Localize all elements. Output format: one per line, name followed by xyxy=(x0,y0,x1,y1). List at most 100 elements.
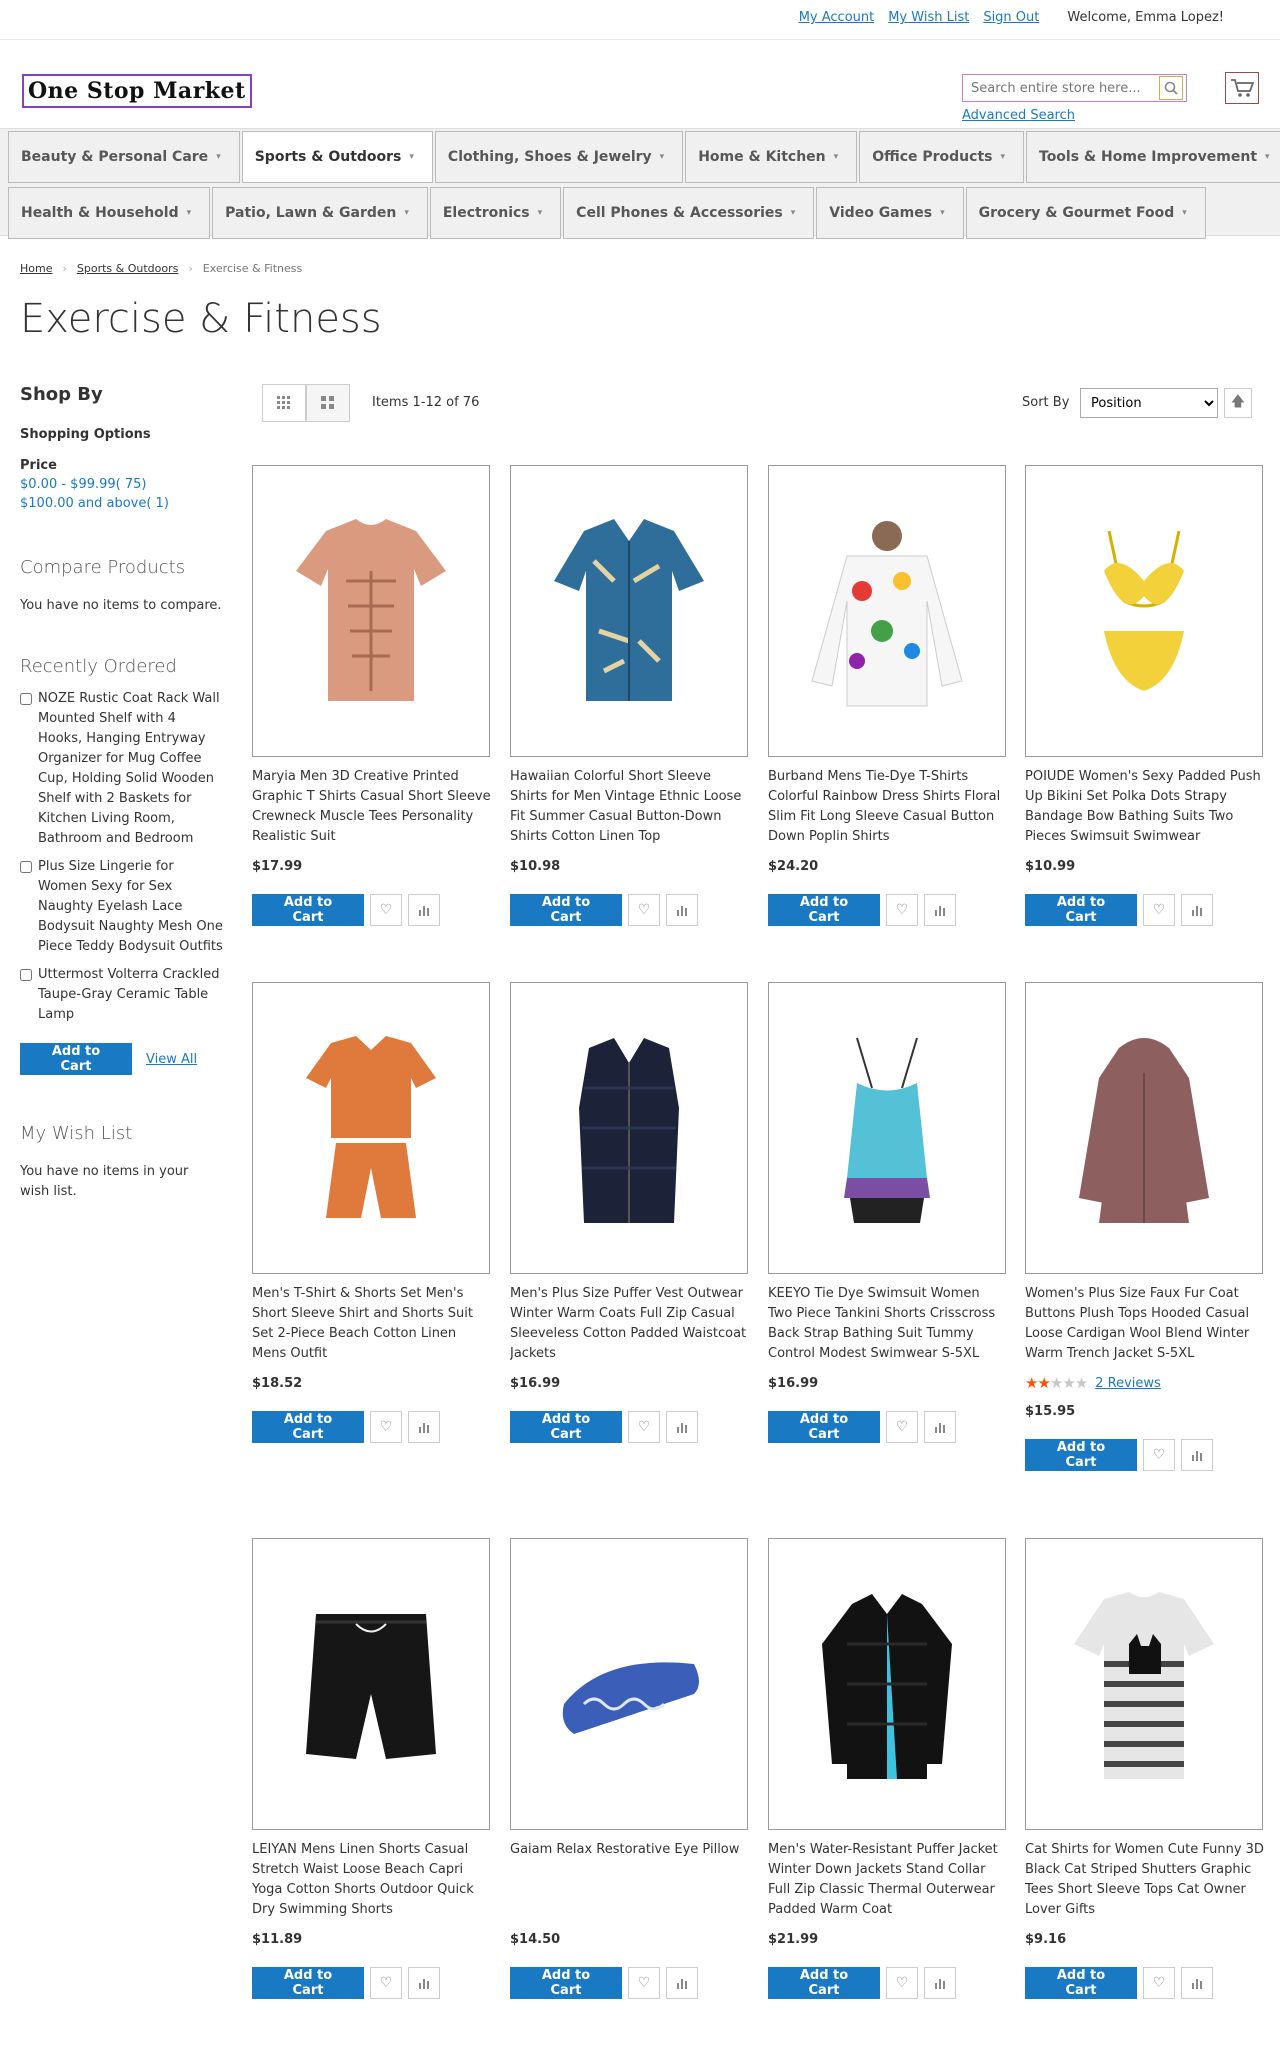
product-name[interactable]: Women's Plus Size Faux Fur Coat Buttons … xyxy=(1025,1284,1265,1364)
recent-order-checkbox[interactable] xyxy=(20,693,32,705)
reviews-link[interactable]: 2 Reviews xyxy=(1095,1376,1161,1391)
product-image[interactable] xyxy=(1025,465,1263,757)
compare-chart-icon[interactable] xyxy=(1181,1439,1213,1471)
add-to-cart-button[interactable]: Add to Cart xyxy=(252,894,364,926)
sort-by-select[interactable]: Position xyxy=(1080,388,1218,418)
my-account-link[interactable]: My Account xyxy=(799,10,875,25)
product-image[interactable] xyxy=(510,1538,748,1830)
product-image[interactable] xyxy=(768,465,1006,757)
compare-chart-icon[interactable] xyxy=(408,1967,440,1999)
price-filter-list: $0.00 - $99.99( 75) $100.00 and above( 1… xyxy=(20,477,225,511)
sort-direction-arrow-icon[interactable]: 🡅 xyxy=(1224,388,1252,418)
product-name[interactable]: Cat Shirts for Women Cute Funny 3D Black… xyxy=(1025,1840,1265,1920)
view-all-link[interactable]: View All xyxy=(146,1052,197,1067)
product-name[interactable]: KEEYO Tie Dye Swimsuit Women Two Piece T… xyxy=(768,1284,1008,1364)
recent-add-to-cart-button[interactable]: Add to Cart xyxy=(20,1043,132,1075)
product-name[interactable]: Hawaiian Colorful Short Sleeve Shirts fo… xyxy=(510,767,750,847)
nav-item[interactable]: Health & Household ▾ xyxy=(8,187,211,239)
product-image[interactable] xyxy=(252,982,490,1274)
wishlist-heart-icon[interactable]: ♡ xyxy=(886,1967,918,1999)
add-to-cart-button[interactable]: Add to Cart xyxy=(252,1967,364,1999)
product-name[interactable]: POIUDE Women's Sexy Padded Push Up Bikin… xyxy=(1025,767,1265,847)
product-image[interactable] xyxy=(1025,1538,1263,1830)
compare-chart-icon[interactable] xyxy=(1181,894,1213,926)
search-icon[interactable] xyxy=(1159,76,1183,100)
product-name[interactable]: LEIYAN Mens Linen Shorts Casual Stretch … xyxy=(252,1840,492,1920)
recent-order-checkbox[interactable] xyxy=(20,969,32,981)
add-to-cart-button[interactable]: Add to Cart xyxy=(768,1411,880,1443)
compare-chart-icon[interactable] xyxy=(1181,1967,1213,1999)
compare-chart-icon[interactable] xyxy=(666,894,698,926)
compare-chart-icon[interactable] xyxy=(666,1967,698,1999)
add-to-cart-button[interactable]: Add to Cart xyxy=(768,1967,880,1999)
nav-item[interactable]: Grocery & Gourmet Food ▾ xyxy=(965,187,1206,239)
store-logo[interactable]: One Stop Market xyxy=(22,74,252,108)
recent-order-checkbox[interactable] xyxy=(20,861,32,873)
compare-chart-icon[interactable] xyxy=(408,1411,440,1443)
wishlist-heart-icon[interactable]: ♡ xyxy=(1143,1439,1175,1471)
breadcrumb-home[interactable]: Home xyxy=(20,262,52,275)
wishlist-heart-icon[interactable]: ♡ xyxy=(886,894,918,926)
nav-item[interactable]: Office Products ▾ xyxy=(859,131,1024,183)
product-name[interactable]: Maryia Men 3D Creative Printed Graphic T… xyxy=(252,767,492,847)
wishlist-heart-icon[interactable]: ♡ xyxy=(1143,894,1175,926)
wishlist-heart-icon[interactable]: ♡ xyxy=(628,894,660,926)
recent-order-name[interactable]: Plus Size Lingerie for Women Sexy for Se… xyxy=(38,857,223,957)
wishlist-heart-icon[interactable]: ♡ xyxy=(886,1411,918,1443)
product-image[interactable] xyxy=(768,982,1006,1274)
add-to-cart-button[interactable]: Add to Cart xyxy=(510,1967,622,1999)
wishlist-heart-icon[interactable]: ♡ xyxy=(370,1967,402,1999)
product-name[interactable]: Men's Plus Size Puffer Vest Outwear Wint… xyxy=(510,1284,750,1364)
nav-item[interactable]: Beauty & Personal Care ▾ xyxy=(8,131,240,183)
wishlist-heart-icon[interactable]: ♡ xyxy=(1143,1967,1175,1999)
sign-out-link[interactable]: Sign Out xyxy=(983,10,1039,25)
wishlist-heart-icon[interactable]: ♡ xyxy=(370,1411,402,1443)
product-image[interactable] xyxy=(510,465,748,757)
add-to-cart-button[interactable]: Add to Cart xyxy=(510,1411,622,1443)
add-to-cart-button[interactable]: Add to Cart xyxy=(1025,1439,1137,1471)
wishlist-heart-icon[interactable]: ♡ xyxy=(370,894,402,926)
product-image[interactable] xyxy=(768,1538,1006,1830)
add-to-cart-button[interactable]: Add to Cart xyxy=(1025,1967,1137,1999)
add-to-cart-button[interactable]: Add to Cart xyxy=(252,1411,364,1443)
recent-order-name[interactable]: Uttermost Volterra Crackled Taupe-Gray C… xyxy=(38,965,223,1025)
nav-item[interactable]: Sports & Outdoors ▾ xyxy=(241,131,433,183)
product-image[interactable] xyxy=(252,465,490,757)
nav-item[interactable]: Home & Kitchen ▾ xyxy=(685,131,858,183)
nav-item[interactable]: Clothing, Shoes & Jewelry ▾ xyxy=(434,131,684,183)
add-to-cart-button[interactable]: Add to Cart xyxy=(768,894,880,926)
list-view-icon[interactable] xyxy=(306,384,350,422)
nav-item[interactable]: Electronics ▾ xyxy=(429,187,562,239)
product-image[interactable] xyxy=(1025,982,1263,1274)
product-image[interactable] xyxy=(252,1538,490,1830)
compare-chart-icon[interactable] xyxy=(924,894,956,926)
product-image[interactable] xyxy=(510,982,748,1274)
product-name[interactable]: Burband Mens Tie-Dye T-Shirts Colorful R… xyxy=(768,767,1008,847)
grid-view-icon[interactable] xyxy=(262,384,306,422)
recent-order-name[interactable]: NOZE Rustic Coat Rack Wall Mounted Shelf… xyxy=(38,689,223,849)
my-wishlist-link[interactable]: My Wish List xyxy=(888,10,969,25)
add-to-cart-button[interactable]: Add to Cart xyxy=(1025,894,1137,926)
nav-item[interactable]: Cell Phones & Accessories ▾ xyxy=(563,187,815,239)
compare-chart-icon[interactable] xyxy=(924,1967,956,1999)
add-to-cart-button[interactable]: Add to Cart xyxy=(510,894,622,926)
price-filter-option[interactable]: $100.00 and above( 1) xyxy=(20,496,225,511)
nav-item[interactable]: Patio, Lawn & Garden ▾ xyxy=(212,187,428,239)
nav-item[interactable]: Tools & Home Improvement ▾ xyxy=(1026,131,1280,183)
compare-chart-icon[interactable] xyxy=(408,894,440,926)
compare-chart-icon[interactable] xyxy=(924,1411,956,1443)
price-filter-option[interactable]: $0.00 - $99.99( 75) xyxy=(20,477,225,492)
product-name[interactable]: Men's Water-Resistant Puffer Jacket Wint… xyxy=(768,1840,1008,1920)
search-input[interactable] xyxy=(963,76,1159,100)
price-filter-title[interactable]: Price xyxy=(20,458,225,473)
compare-chart-icon[interactable] xyxy=(666,1411,698,1443)
product-name[interactable]: Gaiam Relax Restorative Eye Pillow xyxy=(510,1840,750,1920)
chevron-down-icon: ▾ xyxy=(216,152,221,162)
breadcrumb-category[interactable]: Sports & Outdoors xyxy=(77,262,178,275)
nav-item[interactable]: Video Games ▾ xyxy=(816,187,964,239)
advanced-search-link[interactable]: Advanced Search xyxy=(962,108,1075,123)
product-name[interactable]: Men's T-Shirt & Shorts Set Men's Short S… xyxy=(252,1284,492,1364)
cart-icon[interactable] xyxy=(1225,72,1259,104)
wishlist-heart-icon[interactable]: ♡ xyxy=(628,1411,660,1443)
wishlist-heart-icon[interactable]: ♡ xyxy=(628,1967,660,1999)
